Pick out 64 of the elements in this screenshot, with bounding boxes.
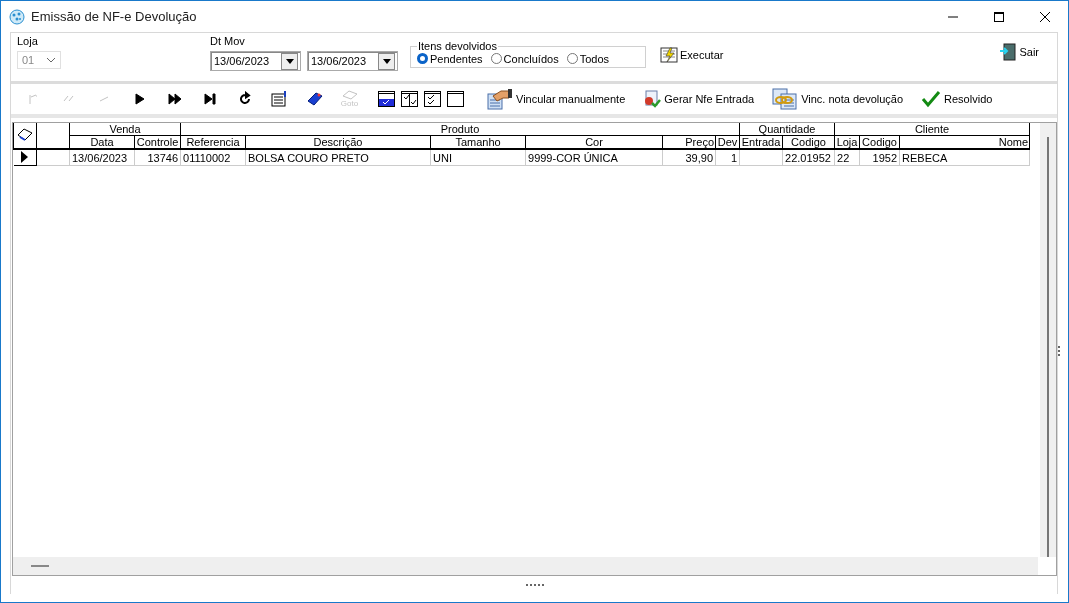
radio-option[interactable]: Pendentes: [417, 52, 483, 65]
checklist-icon: [424, 91, 441, 107]
next-page-icon: [166, 91, 183, 107]
table-cell: 39,90: [662, 149, 716, 166]
loja-label: Loja: [17, 35, 39, 49]
exit-door-icon: [999, 43, 1018, 61]
table-cell: 1952: [859, 149, 900, 166]
hand-document-icon: [487, 88, 513, 110]
splitter-handle[interactable]: [525, 584, 544, 586]
caret-icon: [382, 58, 391, 64]
checklist-icon: [401, 91, 418, 107]
table-cell: 01110002: [180, 149, 246, 166]
book-icon: [341, 90, 358, 100]
radio-button[interactable]: [490, 53, 502, 64]
dropdown-button[interactable]: [281, 52, 298, 70]
radio-button[interactable]: [566, 53, 578, 64]
close-icon: [1040, 11, 1050, 22]
column-group-header: Produto: [180, 123, 740, 136]
radio-button[interactable]: [417, 53, 428, 64]
last-icon: [201, 91, 218, 107]
table-cell: 9999-COR ÚNICA: [525, 149, 663, 166]
vertical-scrollbar[interactable]: [1040, 123, 1056, 557]
document-check-icon: [643, 90, 662, 108]
table-cell: 13/06/2023: [69, 149, 135, 166]
app-logo-icon: [9, 8, 25, 25]
table-cell: UNI: [430, 149, 526, 166]
table-cell: 22: [834, 149, 860, 166]
checkmark-icon: [921, 90, 942, 108]
window-title: Emissão de NF-e Devolução: [31, 9, 197, 24]
column-group-header: Cliente: [834, 123, 1030, 136]
form-icon: [270, 90, 289, 108]
radio-option[interactable]: Concluídos: [490, 52, 559, 65]
side-grip-handle[interactable]: [1058, 346, 1060, 358]
blank-window-icon: [447, 91, 464, 107]
executar-button[interactable]: Executar: [660, 47, 724, 63]
date-field[interactable]: 13/06/2023: [307, 51, 398, 71]
radio-option[interactable]: Todos: [566, 52, 609, 65]
lightning-icon: [660, 47, 678, 63]
table-cell: REBECA: [899, 149, 1030, 166]
loja-dropdown[interactable]: 01: [17, 51, 61, 69]
dt-mov-label: Dt Mov: [210, 35, 246, 49]
sair-button[interactable]: Sair: [999, 43, 1039, 61]
dropdown-button[interactable]: [378, 52, 395, 70]
action-button[interactable]: Gerar Nfe Entrada: [643, 90, 755, 108]
action-button[interactable]: Vincular manualmente: [487, 88, 626, 110]
column-group-header: Quantidade: [739, 123, 835, 136]
chevron-icon: [46, 57, 56, 63]
group-title: Itens devolvidos: [417, 40, 498, 52]
tag-icon: [305, 90, 324, 108]
table-cell: BOLSA COURO PRETO: [245, 149, 431, 166]
checklist-icon: [378, 91, 395, 107]
table-cell: 1: [715, 149, 740, 166]
action-button[interactable]: Vinc. nota devolução: [772, 88, 904, 110]
table-cell: 22.01952: [782, 149, 835, 166]
date-field[interactable]: 13/06/2023: [210, 51, 301, 71]
action-button[interactable]: Resolvido: [921, 90, 993, 108]
chain-document-icon: [772, 88, 799, 110]
column-group-header: Venda: [69, 123, 181, 136]
book-icon: [17, 127, 33, 142]
caret-icon: [285, 58, 294, 64]
horizontal-scroll-thumb[interactable]: [31, 565, 49, 567]
table-cell: 13746: [134, 149, 181, 166]
maximize-icon: [994, 11, 1004, 22]
table-cell: [739, 149, 783, 166]
